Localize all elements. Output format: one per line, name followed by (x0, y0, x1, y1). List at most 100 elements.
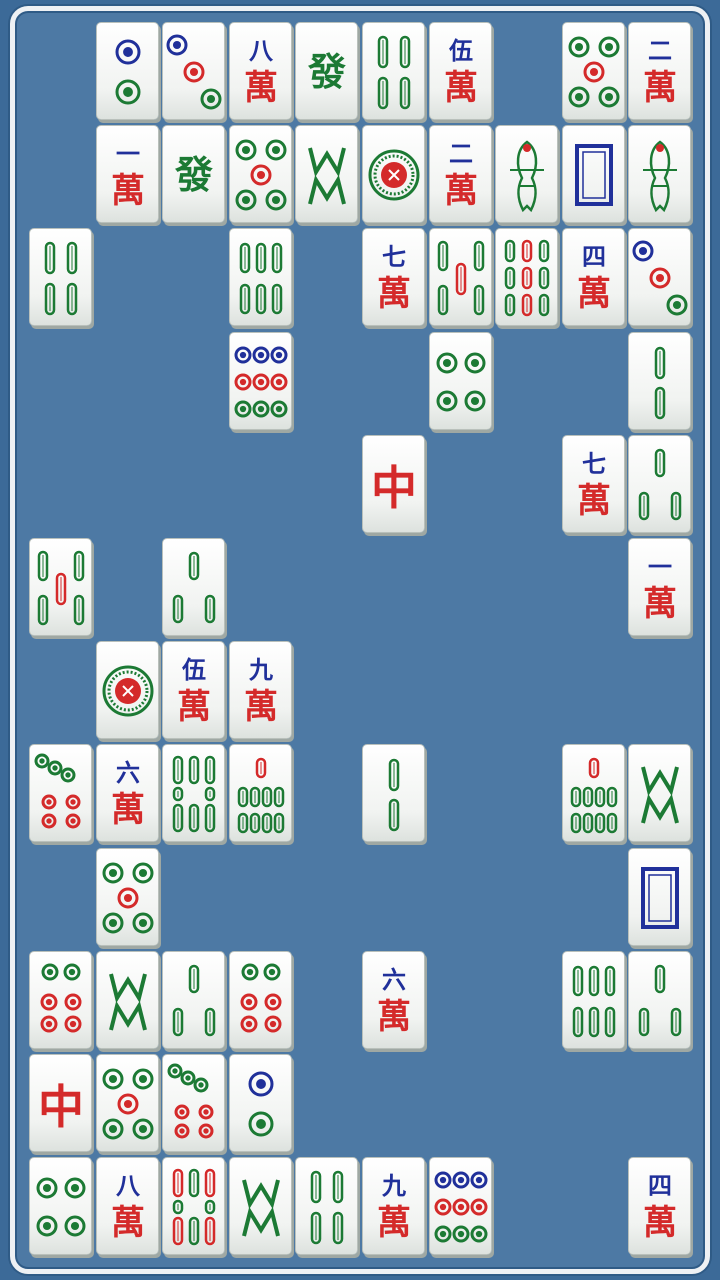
tile-face-icon (510, 140, 544, 213)
mahjong-tile-bam-3[interactable] (162, 538, 225, 636)
mahjong-tile-char-8[interactable]: 八萬 (229, 22, 292, 120)
mahjong-tile-season[interactable] (628, 744, 691, 842)
tile-face-icon: 四萬 (577, 242, 611, 314)
mahjong-tile-char-1[interactable]: 一萬 (96, 125, 159, 223)
svg-text:二: 二 (449, 139, 473, 168)
mahjong-tile-season[interactable] (96, 951, 159, 1049)
mahjong-tile-dot-7[interactable] (162, 1054, 225, 1152)
mahjong-tile-bam-8[interactable] (162, 744, 225, 842)
mahjong-tile-bam-4[interactable] (29, 228, 92, 326)
mahjong-tile-dot-2[interactable] (96, 22, 159, 120)
svg-text:四: 四 (582, 242, 606, 271)
tile-face-icon: 七萬 (377, 242, 411, 314)
mahjong-tile-dot-9[interactable] (229, 332, 292, 430)
svg-text:萬: 萬 (444, 68, 478, 108)
tile-face-icon: 九萬 (377, 1171, 411, 1243)
mahjong-tile-char-1[interactable]: 一萬 (628, 538, 691, 636)
mahjong-tile-bam-6[interactable] (562, 951, 625, 1049)
mahjong-tile-white[interactable] (628, 848, 691, 946)
mahjong-tile-dot-3[interactable] (162, 22, 225, 120)
mahjong-tile-bam-2[interactable] (362, 744, 425, 842)
mahjong-tile-dot-6[interactable] (229, 951, 292, 1049)
tile-face-icon (568, 36, 620, 108)
svg-text:一: 一 (648, 552, 672, 581)
svg-text:發: 發 (174, 152, 213, 197)
mahjong-tile-red[interactable]: 中 (29, 1054, 92, 1152)
mahjong-tile-dot-5[interactable] (96, 848, 159, 946)
mahjong-tile-bam-9[interactable] (495, 228, 558, 326)
tile-face-icon (102, 862, 154, 934)
mahjong-tile-bam-3[interactable] (628, 435, 691, 533)
mahjong-tile-char-9[interactable]: 九萬 (229, 641, 292, 739)
mahjong-tile-bam-4[interactable] (295, 1157, 358, 1255)
mahjong-tile-bam-7s[interactable] (229, 744, 292, 842)
mahjong-tile-char-5[interactable]: 伍萬 (429, 22, 492, 120)
mahjong-tile-dot-5[interactable] (96, 1054, 159, 1152)
svg-text:萬: 萬 (111, 790, 145, 830)
mahjong-tile-char-7[interactable]: 七萬 (362, 228, 425, 326)
mahjong-tile-bam-3[interactable] (628, 951, 691, 1049)
mahjong-tile-char-7[interactable]: 七萬 (562, 435, 625, 533)
mahjong-tile-bam-1[interactable] (495, 125, 558, 223)
svg-text:萬: 萬 (643, 68, 677, 108)
mahjong-tile-char-6[interactable]: 六萬 (96, 744, 159, 842)
mahjong-tile-bam-7[interactable] (29, 538, 92, 636)
mahjong-tile-dot-2[interactable] (229, 1054, 292, 1152)
mahjong-tile-dot-5[interactable] (229, 125, 292, 223)
mahjong-tile-dot-1[interactable] (96, 641, 159, 739)
mahjong-tile-bam-7s[interactable] (562, 744, 625, 842)
mahjong-tile-bam-6[interactable] (229, 228, 292, 326)
tile-face-icon: 發 (174, 152, 213, 197)
tile-face-icon (167, 1063, 214, 1139)
svg-text:萬: 萬 (643, 584, 677, 624)
tile-face-icon (436, 352, 486, 412)
mahjong-tile-dot-9[interactable] (429, 1157, 492, 1255)
tile-face-icon (308, 147, 346, 205)
tile-face-icon (240, 963, 282, 1033)
mahjong-tile-red[interactable]: 中 (362, 435, 425, 533)
mahjong-tile-dot-6[interactable] (29, 951, 92, 1049)
mahjong-tile-dot-5[interactable] (562, 22, 625, 120)
svg-text:萬: 萬 (111, 1203, 145, 1243)
mahjong-tile-bam-4[interactable] (362, 22, 425, 120)
tile-face-icon (638, 448, 682, 521)
mahjong-tile-season[interactable] (295, 125, 358, 223)
mahjong-tile-char-4[interactable]: 四萬 (562, 228, 625, 326)
svg-text:八: 八 (116, 1171, 141, 1200)
svg-text:發: 發 (307, 49, 346, 94)
mahjong-tile-dot-1[interactable] (362, 125, 425, 223)
mahjong-tile-white[interactable] (562, 125, 625, 223)
mahjong-tile-dot-3[interactable] (628, 228, 691, 326)
mahjong-tile-fa[interactable]: 發 (295, 22, 358, 120)
mahjong-tile-char-2[interactable]: 二萬 (429, 125, 492, 223)
tile-face-icon: 二萬 (643, 36, 677, 108)
svg-text:伍: 伍 (449, 36, 473, 65)
tile-face-icon (172, 755, 216, 833)
mahjong-tile-season[interactable] (229, 1157, 292, 1255)
svg-text:四: 四 (648, 1171, 672, 1200)
mahjong-tile-char-9[interactable]: 九萬 (362, 1157, 425, 1255)
mahjong-tile-char-8[interactable]: 八萬 (96, 1157, 159, 1255)
tile-face-icon: 九萬 (244, 655, 278, 727)
tile-face-icon: 二萬 (444, 139, 478, 211)
mahjong-tile-bam-1[interactable] (628, 125, 691, 223)
mahjong-tile-bam-2[interactable] (628, 332, 691, 430)
tile-face-icon (172, 551, 216, 624)
tile-face-icon (172, 1168, 216, 1246)
mahjong-tile-char-2[interactable]: 二萬 (628, 22, 691, 120)
tile-face-icon (641, 766, 679, 824)
mahjong-tile-bam-7[interactable] (429, 228, 492, 326)
mahjong-tile-char-4[interactable]: 四萬 (628, 1157, 691, 1255)
mahjong-tile-char-6[interactable]: 六萬 (362, 951, 425, 1049)
mahjong-tile-dot-7[interactable] (29, 744, 92, 842)
tile-face-icon (166, 34, 222, 110)
mahjong-tile-bam-8r[interactable] (162, 1157, 225, 1255)
tile-face-icon (109, 973, 147, 1031)
mahjong-tile-fa[interactable]: 發 (162, 125, 225, 223)
mahjong-tile-dot-4[interactable] (29, 1157, 92, 1255)
mahjong-tile-dot-4[interactable] (429, 332, 492, 430)
svg-text:萬: 萬 (377, 997, 411, 1037)
mahjong-tile-char-5[interactable]: 伍萬 (162, 641, 225, 739)
tile-face-icon (654, 346, 666, 420)
mahjong-tile-bam-3[interactable] (162, 951, 225, 1049)
